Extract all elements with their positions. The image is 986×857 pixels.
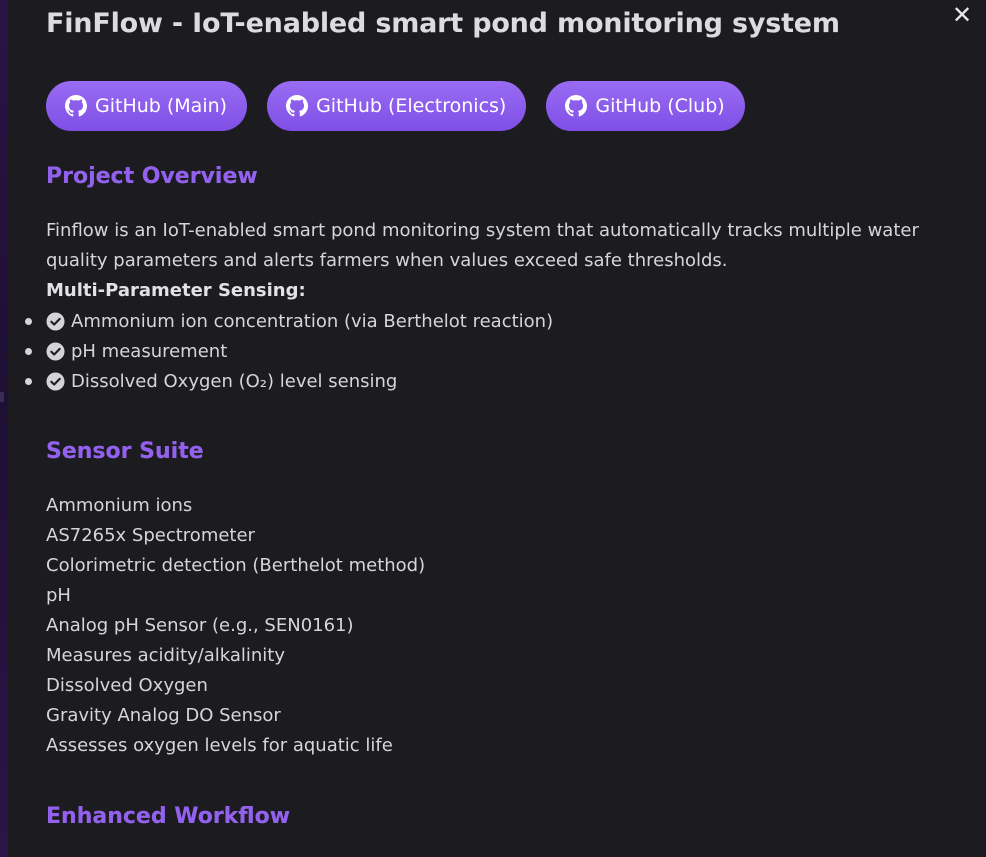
project-description: Finflow is an IoT-enabled smart pond mon… [46,220,919,271]
github-club-label: GitHub (Club) [595,95,725,117]
github-icon [565,95,588,117]
backdrop-edge [0,0,8,857]
list-item: AS7265x Spectrometer [46,525,255,546]
check-circle-icon [46,311,71,331]
close-button[interactable]: ✕ [950,2,974,28]
list-item: Ammonium ions [46,495,193,516]
github-main-button[interactable]: GitHub (Main) [46,81,248,131]
list-item: Colorimetric detection (Berthelot method… [46,555,426,576]
modal-title: FinFlow - IoT-enabled smart pond monitor… [46,8,840,39]
list-item: pH measurement [25,336,553,366]
bullet-icon [25,318,32,325]
feature-text: Ammonium ion concentration (via Berthelo… [71,310,554,332]
check-circle-icon [46,341,71,361]
check-circle-icon [46,371,71,391]
github-icon [65,95,87,117]
github-icon [286,95,309,117]
feature-text: Dissolved Oxygen (O₂) level sensing [71,370,398,392]
list-item: pH [46,585,71,606]
github-main-label: GitHub (Main) [95,95,228,117]
multi-parameter-heading: Multi-Parameter Sensing: [46,280,306,301]
project-modal: ✕ FinFlow - IoT-enabled smart pond monit… [8,0,986,857]
list-item: Dissolved Oxygen (O₂) level sensing [25,366,553,396]
bullet-icon [25,378,32,385]
sensor-suite-heading: Sensor Suite [46,439,204,464]
list-item: Measures acidity/alkalinity [46,645,286,666]
sensor-list: Ammonium ions AS7265x Spectrometer Color… [46,491,425,761]
backdrop-scroll-marker [0,392,4,402]
github-link-row: GitHub (Main) GitHub (Electronics) GitHu… [46,81,745,131]
project-overview-heading: Project Overview [46,164,258,189]
feature-list: Ammonium ion concentration (via Berthelo… [25,306,554,396]
github-club-button[interactable]: GitHub (Club) [546,81,745,131]
feature-text: pH measurement [71,340,228,362]
close-icon: ✕ [951,1,973,29]
github-electronics-button[interactable]: GitHub (Electronics) [267,81,527,131]
bullet-icon [25,348,32,355]
list-item: Assesses oxygen levels for aquatic life [46,735,393,756]
list-item: Gravity Analog DO Sensor [46,705,281,726]
list-item: Analog pH Sensor (e.g., SEN0161) [46,615,354,636]
github-electronics-label: GitHub (Electronics) [316,95,507,117]
enhanced-workflow-heading: Enhanced Workflow [46,804,291,829]
list-item: Dissolved Oxygen [46,675,208,696]
list-item: Ammonium ion concentration (via Berthelo… [25,306,554,336]
